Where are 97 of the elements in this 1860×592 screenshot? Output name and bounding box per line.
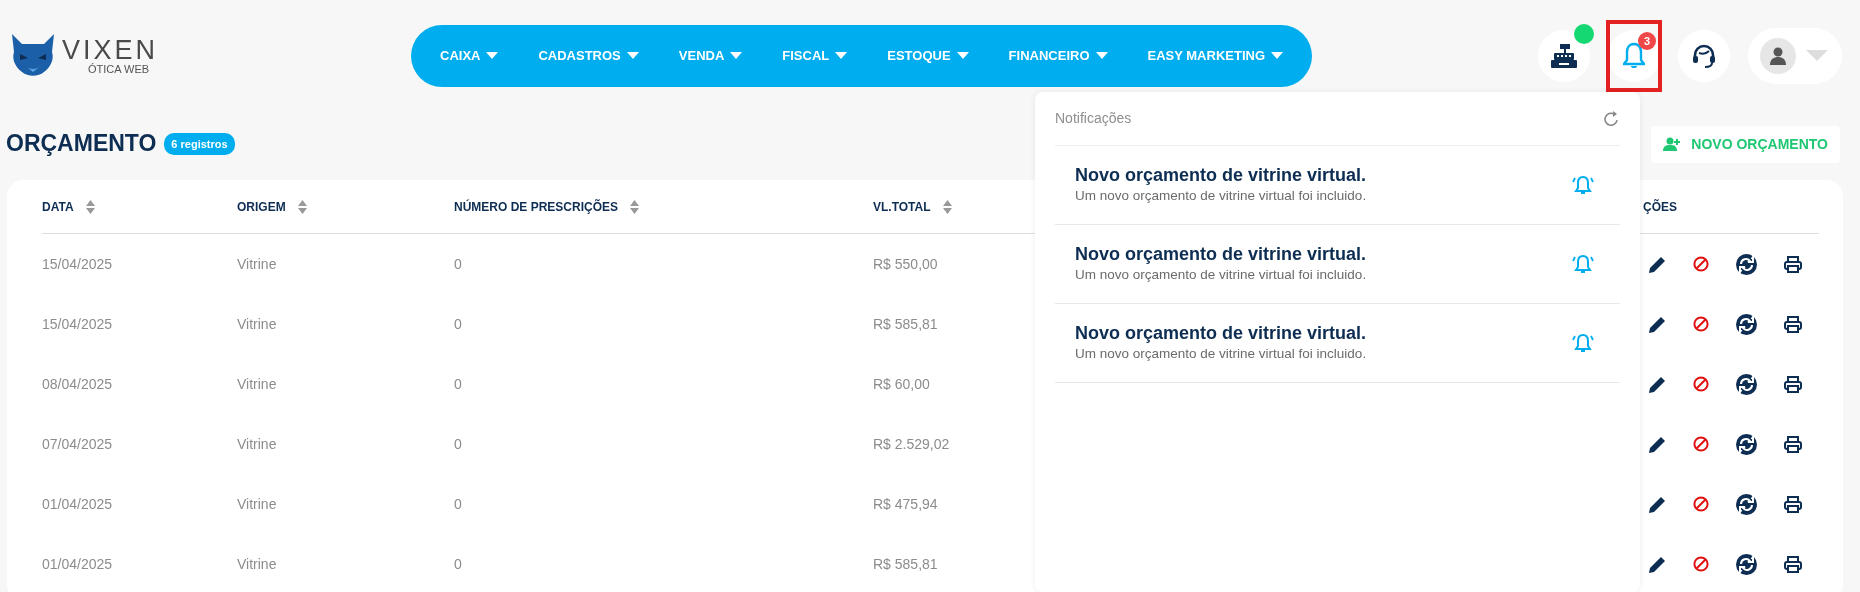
table-cell-text: 01/04/2025	[42, 554, 113, 574]
menu-item[interactable]: ESTOQUE	[887, 46, 969, 66]
sort-icon[interactable]	[942, 199, 952, 214]
table-cell-text: R$ 475,94	[873, 494, 938, 514]
sort-icon[interactable]	[297, 199, 307, 214]
column-header[interactable]: DATA	[42, 197, 74, 216]
cancel-icon[interactable]	[1693, 436, 1709, 452]
notification-title: Novo orçamento de vitrine virtual.	[1075, 323, 1368, 345]
table-cell-text: Vitrine	[237, 494, 277, 514]
menu-item[interactable]: FINANCEIRO	[1008, 46, 1108, 66]
sort-icon[interactable]	[85, 199, 95, 214]
table-cell-text: 0	[454, 254, 462, 274]
table-cell-text: R$ 585,81	[873, 554, 938, 574]
cash-register-icon	[1551, 44, 1577, 68]
table-cell-text: 0	[454, 434, 462, 454]
cancel-icon[interactable]	[1693, 376, 1709, 392]
table-cell-text: 0	[454, 314, 462, 334]
notification-badge: 3	[1638, 32, 1656, 50]
add-user-icon	[1663, 137, 1682, 151]
table-cell-text: 01/04/2025	[42, 494, 113, 514]
cancel-icon[interactable]	[1693, 256, 1709, 272]
notification-message: Um novo orçamento de vitrine virtual foi incluido.	[1075, 266, 1368, 284]
menu-item[interactable]: FISCAL	[782, 46, 848, 66]
table-cell-text: 07/04/2025	[42, 434, 113, 454]
caret-icon	[730, 52, 743, 60]
caret-icon	[1095, 52, 1108, 60]
table-cell-text: 08/04/2025	[42, 374, 113, 394]
sync-icon[interactable]	[1736, 433, 1757, 455]
sync-icon[interactable]	[1736, 373, 1757, 395]
panel-title: Notificações	[1055, 109, 1132, 128]
cancel-icon[interactable]	[1693, 556, 1709, 572]
table-cell-text: Vitrine	[237, 374, 277, 394]
sync-icon[interactable]	[1736, 253, 1757, 275]
table-cell-text: 0	[454, 374, 462, 394]
menu-item[interactable]: EASY MARKETING	[1147, 46, 1283, 66]
cash-register-button[interactable]	[1538, 30, 1590, 82]
column-header[interactable]: NÚMERO DE PRESCRIÇÕES	[454, 197, 619, 216]
notification-title: Novo orçamento de vitrine virtual.	[1075, 244, 1368, 266]
cancel-icon[interactable]	[1693, 316, 1709, 332]
caret-icon	[1806, 50, 1828, 62]
bell-icon	[1623, 42, 1645, 70]
ringing-bell-icon	[1572, 332, 1594, 354]
page-title: ORÇAMENTO	[6, 130, 157, 158]
print-icon[interactable]	[1784, 435, 1802, 453]
headset-icon	[1691, 43, 1717, 69]
sync-icon[interactable]	[1736, 553, 1757, 575]
table-cell-text: 15/04/2025	[42, 314, 113, 334]
notification-message: Um novo orçamento de vitrine virtual foi incluido.	[1075, 187, 1368, 205]
menu-item[interactable]: CAIXA	[440, 46, 499, 66]
table-cell-text: R$ 550,00	[873, 254, 938, 274]
print-icon[interactable]	[1784, 495, 1802, 513]
caret-icon	[956, 52, 969, 60]
print-icon[interactable]	[1784, 375, 1802, 393]
edit-icon[interactable]	[1649, 495, 1666, 513]
sort-icon[interactable]	[630, 199, 640, 214]
caret-icon	[1271, 52, 1283, 60]
table-cell-text: Vitrine	[237, 254, 277, 274]
refresh-icon[interactable]	[1604, 110, 1620, 127]
count-badge: 6 registros	[164, 132, 235, 156]
notification-message: Um novo orçamento de vitrine virtual foi incluido.	[1075, 345, 1368, 363]
sync-icon[interactable]	[1736, 493, 1757, 515]
support-button[interactable]	[1678, 30, 1730, 82]
print-icon[interactable]	[1784, 315, 1802, 333]
edit-icon[interactable]	[1649, 255, 1666, 273]
caret-icon	[486, 52, 499, 60]
table-cell-text: 15/04/2025	[42, 254, 113, 274]
logo-tagline: ÓTICA WEB	[88, 64, 151, 75]
cancel-icon[interactable]	[1693, 496, 1709, 512]
column-header[interactable]: ORIGEM	[237, 197, 286, 216]
edit-icon[interactable]	[1649, 315, 1666, 333]
table-cell-text: R$ 60,00	[873, 374, 930, 394]
table-cell-text: 0	[454, 494, 462, 514]
notifications-button[interactable]: 3	[1608, 30, 1660, 82]
table-cell-text: Vitrine	[237, 314, 277, 334]
sync-icon[interactable]	[1736, 313, 1757, 335]
table-cell-text: Vitrine	[237, 434, 277, 454]
edit-icon[interactable]	[1649, 435, 1666, 453]
caret-icon	[835, 52, 848, 60]
print-icon[interactable]	[1784, 555, 1802, 573]
edit-icon[interactable]	[1649, 375, 1666, 393]
column-header[interactable]: VL.TOTAL	[873, 197, 931, 216]
menu-item[interactable]: VENDA	[678, 46, 743, 66]
caret-icon	[626, 52, 639, 60]
print-icon[interactable]	[1784, 255, 1802, 273]
table-cell-text: R$ 2.529,02	[873, 434, 950, 454]
logo-text: VIXEN	[62, 37, 159, 64]
table-cell-text: R$ 585,81	[873, 314, 938, 334]
notification-title: Novo orçamento de vitrine virtual.	[1075, 165, 1368, 187]
new-budget-button[interactable]: NOVO ORÇAMENTO	[1651, 125, 1840, 163]
avatar	[1760, 38, 1796, 74]
menu-item[interactable]: CADASTROS	[538, 46, 639, 66]
edit-icon[interactable]	[1649, 555, 1666, 573]
table-cell-text: Vitrine	[237, 554, 277, 574]
column-header[interactable]: ÇÕES	[1643, 197, 1677, 216]
table-cell-text: 0	[454, 554, 462, 574]
ringing-bell-icon	[1572, 174, 1594, 196]
ringing-bell-icon	[1572, 253, 1594, 275]
